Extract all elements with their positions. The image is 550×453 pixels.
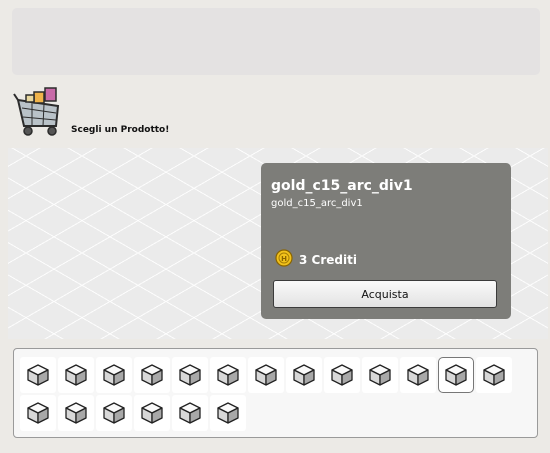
product-grid-item[interactable] bbox=[438, 357, 474, 393]
product-grid-item[interactable] bbox=[20, 395, 56, 431]
furniture-cube-icon bbox=[103, 402, 125, 424]
product-grid-item[interactable] bbox=[286, 357, 322, 393]
product-grid-panel bbox=[13, 348, 538, 438]
product-grid bbox=[20, 357, 512, 431]
product-name: gold_c15_arc_div1 bbox=[271, 178, 413, 194]
product-grid-item[interactable] bbox=[172, 395, 208, 431]
product-grid-item[interactable] bbox=[400, 357, 436, 393]
buy-button[interactable]: Acquista bbox=[273, 280, 497, 308]
product-grid-item[interactable] bbox=[476, 357, 512, 393]
product-grid-item[interactable] bbox=[172, 357, 208, 393]
product-grid-item[interactable] bbox=[58, 395, 94, 431]
product-grid-item[interactable] bbox=[20, 357, 56, 393]
product-info-box: gold_c15_arc_div1 gold_c15_arc_div1 H 3 … bbox=[261, 163, 511, 319]
product-grid-item[interactable] bbox=[248, 357, 284, 393]
furniture-cube-icon bbox=[331, 364, 353, 386]
furniture-cube-icon bbox=[179, 402, 201, 424]
furniture-cube-icon bbox=[369, 364, 391, 386]
furniture-cube-icon bbox=[27, 364, 49, 386]
product-grid-item[interactable] bbox=[210, 395, 246, 431]
furniture-cube-icon bbox=[179, 364, 201, 386]
product-price: 3 Crediti bbox=[299, 253, 357, 267]
product-grid-item[interactable] bbox=[362, 357, 398, 393]
product-subtitle: gold_c15_arc_div1 bbox=[271, 198, 363, 209]
product-grid-item[interactable] bbox=[324, 357, 360, 393]
shopping-cart-icon bbox=[13, 87, 60, 136]
furniture-cube-icon bbox=[141, 364, 163, 386]
furniture-cube-icon bbox=[217, 364, 239, 386]
product-grid-item[interactable] bbox=[96, 357, 132, 393]
furniture-cube-icon bbox=[65, 402, 87, 424]
product-grid-item[interactable] bbox=[134, 357, 170, 393]
furniture-cube-icon bbox=[293, 364, 315, 386]
product-grid-item[interactable] bbox=[134, 395, 170, 431]
furniture-cube-icon bbox=[445, 364, 467, 386]
furniture-cube-icon bbox=[407, 364, 429, 386]
furniture-cube-icon bbox=[27, 402, 49, 424]
credit-coin-icon: H bbox=[275, 249, 293, 267]
product-grid-item[interactable] bbox=[58, 357, 94, 393]
furniture-cube-icon bbox=[217, 402, 239, 424]
top-panel bbox=[12, 8, 540, 75]
furniture-cube-icon bbox=[65, 364, 87, 386]
product-grid-item[interactable] bbox=[96, 395, 132, 431]
svg-text:H: H bbox=[281, 255, 287, 263]
furniture-cube-icon bbox=[255, 364, 277, 386]
furniture-cube-icon bbox=[141, 402, 163, 424]
product-grid-item[interactable] bbox=[210, 357, 246, 393]
page-title: Scegli un Prodotto! bbox=[71, 125, 170, 135]
furniture-cube-icon bbox=[103, 364, 125, 386]
furniture-cube-icon bbox=[483, 364, 505, 386]
